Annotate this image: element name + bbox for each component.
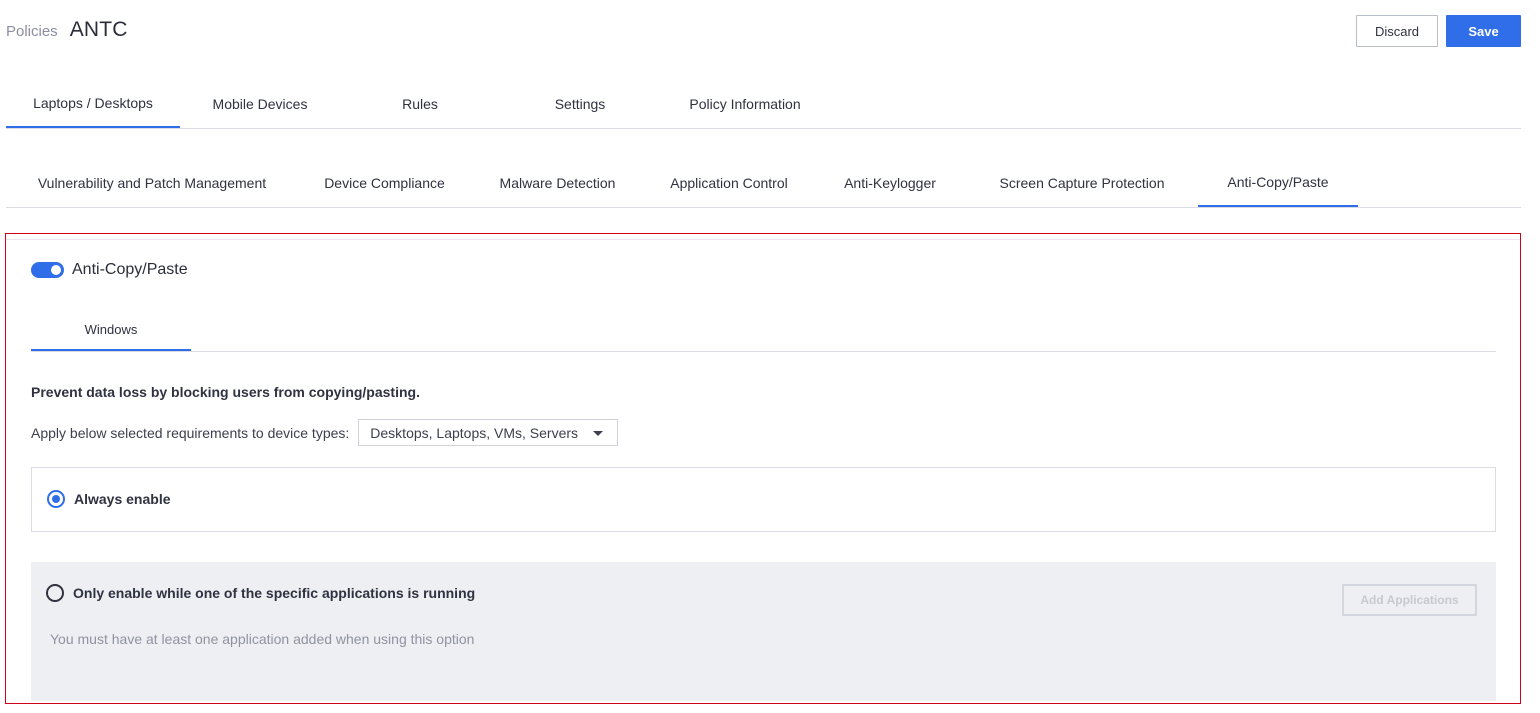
device-types-label: Apply below selected requirements to dev… — [31, 424, 350, 441]
always-enable-radio[interactable] — [47, 490, 65, 508]
tab-anti-keylogger[interactable]: Anti-Keylogger — [814, 158, 966, 207]
feature-description: Prevent data loss by blocking users from… — [31, 384, 420, 400]
discard-button[interactable]: Discard — [1356, 15, 1438, 47]
chevron-down-icon — [593, 431, 604, 436]
tab-mobile-devices[interactable]: Mobile Devices — [180, 80, 340, 128]
device-types-value: Desktops, Laptops, VMs, Servers — [370, 424, 579, 441]
specific-apps-radio-row[interactable]: Only enable while one of the specific ap… — [46, 584, 475, 602]
page-header: Policies ANTC Discard Save — [0, 0, 1540, 62]
tab-rules[interactable]: Rules — [340, 80, 500, 128]
tab-device-compliance[interactable]: Device Compliance — [298, 158, 471, 207]
tab-malware-detection[interactable]: Malware Detection — [471, 158, 644, 207]
option-specific-apps: Only enable while one of the specific ap… — [31, 562, 1496, 701]
specific-apps-radio[interactable] — [46, 584, 64, 602]
tab-windows[interactable]: Windows — [31, 309, 191, 351]
tab-laptops-desktops[interactable]: Laptops / Desktops — [6, 80, 180, 128]
device-types-row: Apply below selected requirements to dev… — [31, 419, 619, 446]
breadcrumb: Policies ANTC — [6, 18, 128, 42]
tab-screen-capture-protection[interactable]: Screen Capture Protection — [966, 158, 1198, 207]
save-button[interactable]: Save — [1446, 15, 1521, 47]
specific-apps-hint: You must have at least one application a… — [50, 631, 475, 647]
main-tabs: Laptops / Desktops Mobile Devices Rules … — [6, 80, 1521, 129]
device-types-dropdown[interactable]: Desktops, Laptops, VMs, Servers — [358, 419, 619, 446]
tab-anti-copy-paste[interactable]: Anti-Copy/Paste — [1198, 158, 1358, 207]
add-applications-button[interactable]: Add Applications — [1342, 584, 1477, 616]
specific-apps-label[interactable]: Only enable while one of the specific ap… — [73, 585, 475, 601]
always-enable-label[interactable]: Always enable — [74, 491, 171, 507]
page-title: ANTC — [69, 18, 128, 41]
toggle-label: Anti-Copy/Paste — [72, 261, 188, 278]
os-tabs: Windows — [31, 309, 1496, 352]
option-always-enable: Always enable — [31, 467, 1496, 532]
breadcrumb-policies-link[interactable]: Policies — [6, 23, 58, 40]
panel-divider — [6, 239, 1520, 240]
anti-copy-paste-toggle[interactable] — [31, 262, 64, 278]
feature-toggle-row: Anti-Copy/Paste — [31, 261, 188, 279]
toggle-knob — [51, 265, 61, 275]
always-enable-radio-row[interactable]: Always enable — [47, 490, 171, 508]
tab-policy-information[interactable]: Policy Information — [660, 80, 830, 128]
tab-application-control[interactable]: Application Control — [644, 158, 814, 207]
tab-vulnerability-patch-management[interactable]: Vulnerability and Patch Management — [6, 158, 298, 207]
tab-settings[interactable]: Settings — [500, 80, 660, 128]
anti-copy-paste-panel: Anti-Copy/Paste Windows Prevent data los… — [5, 233, 1521, 704]
feature-tabs: Vulnerability and Patch Management Devic… — [6, 158, 1521, 208]
